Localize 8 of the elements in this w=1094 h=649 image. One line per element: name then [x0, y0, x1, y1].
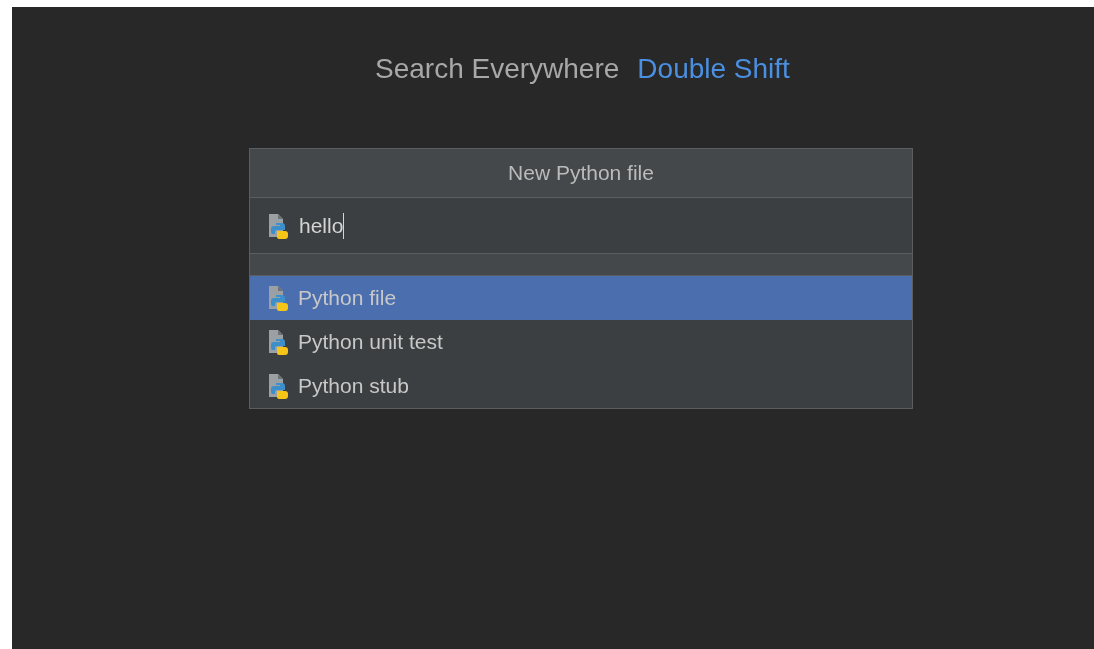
python-file-icon	[268, 329, 290, 355]
input-field[interactable]: hello	[250, 198, 912, 253]
hint-action: Search Everywhere	[375, 52, 620, 86]
python-file-icon	[268, 285, 290, 311]
hint-shortcut: Double Shift	[637, 52, 790, 86]
python-file-icon	[268, 373, 290, 399]
python-file-icon	[268, 212, 290, 239]
dialog-title: New Python file	[250, 149, 912, 198]
